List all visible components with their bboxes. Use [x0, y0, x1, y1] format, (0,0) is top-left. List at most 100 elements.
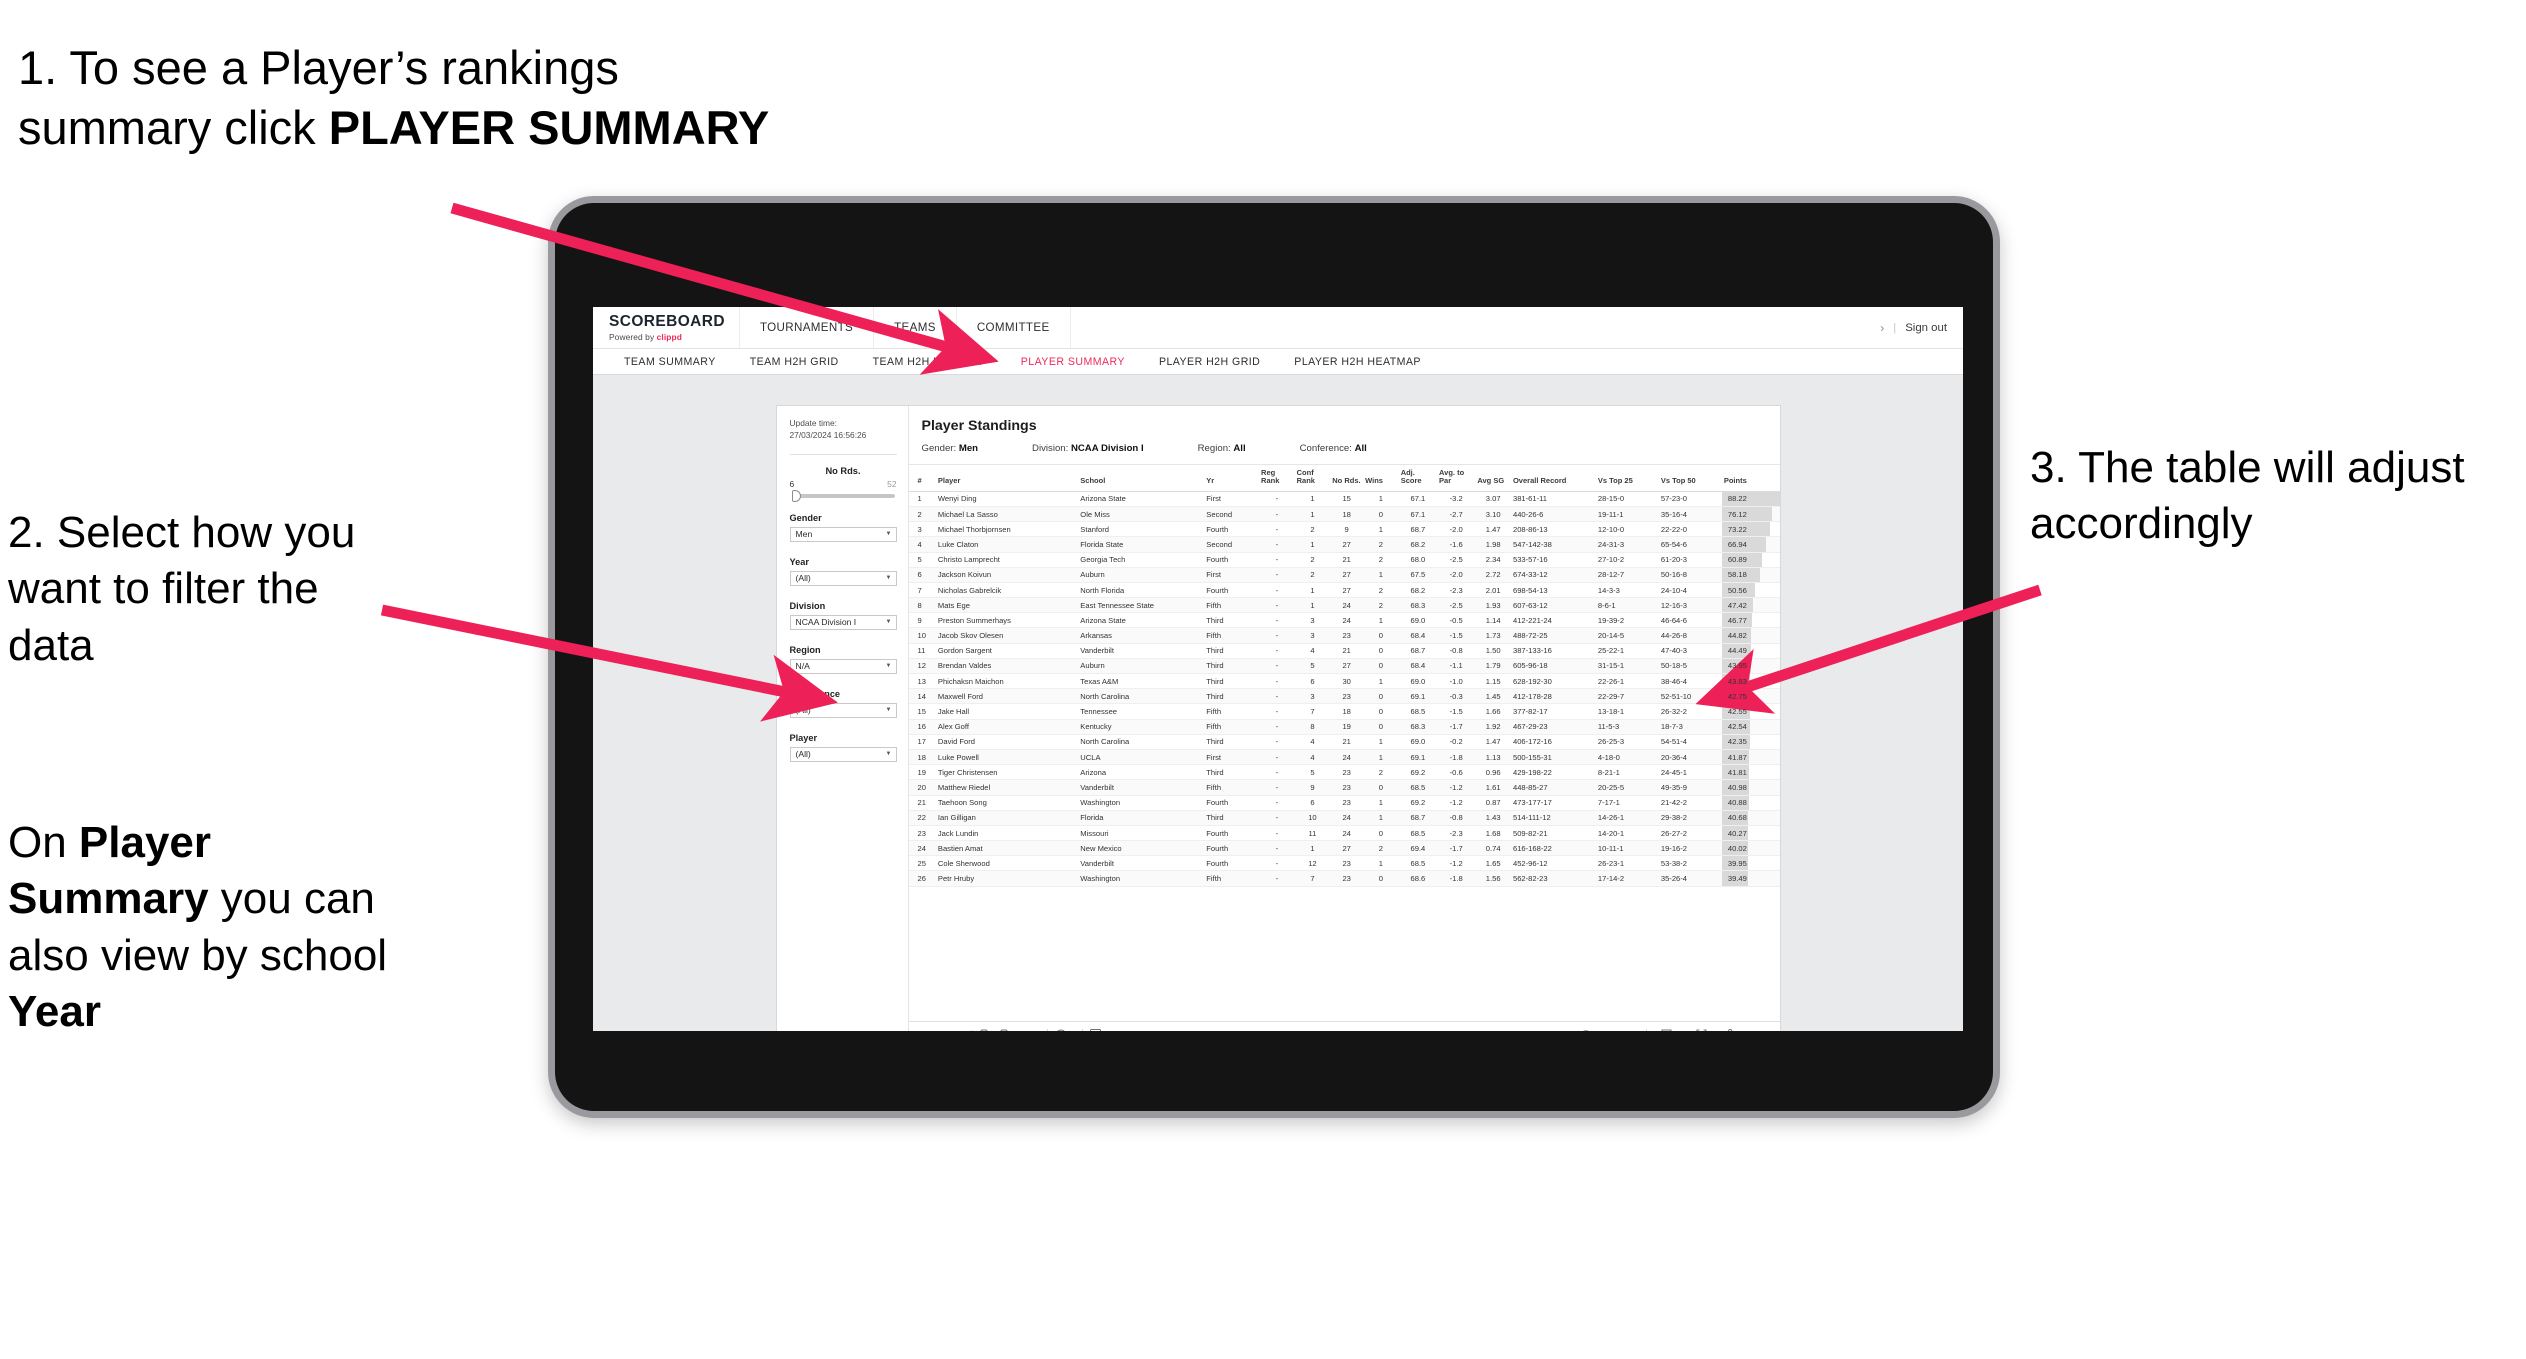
cell-wins: 1 — [1363, 795, 1399, 811]
filter-year-select[interactable]: (All) ▼ — [789, 570, 897, 586]
col-reg-rank[interactable]: Reg Rank — [1259, 465, 1295, 492]
filter-conference-select[interactable]: (All) ▼ — [789, 702, 897, 718]
download-control[interactable]: ▼ — [1654, 1029, 1689, 1031]
col-rank[interactable]: # — [908, 465, 936, 492]
redo-icon[interactable]: ↷ — [940, 1028, 960, 1032]
revert-icon[interactable]: ↺ — [960, 1028, 980, 1032]
chevron-down-icon: ▼ — [885, 619, 892, 626]
col-year[interactable]: Yr — [1204, 465, 1260, 492]
filter-player-select[interactable]: (All) ▼ — [789, 746, 897, 762]
filter-gender-select[interactable]: Men ▼ — [789, 526, 897, 542]
cell-avg-sg: 2.01 — [1475, 582, 1511, 599]
watch-control[interactable]: Watch ▼ — [1573, 1030, 1639, 1031]
header-divider: | — [1893, 321, 1897, 334]
col-avg-to-par[interactable]: Avg. to Par — [1437, 465, 1476, 492]
table-row[interactable]: 26 Petr Hruby Washington Fifth -7 23 0 68.6 -1.8… — [908, 870, 1780, 887]
cell-overall-record: 628-192-30 — [1510, 673, 1596, 690]
table-row[interactable]: 23 Jack Lundin Missouri Fourth -11 24 0 68.5 -2.… — [908, 825, 1780, 842]
cell-points: 42.55 — [1721, 703, 1780, 720]
table-row[interactable]: 14 Maxwell Ford North Carolina Third -3 23 0 69… — [908, 688, 1780, 705]
cell-vs-top-25: 28-12-7 — [1595, 567, 1659, 583]
table-row[interactable]: 6 Jackson Koivun Auburn First -2 27 1 67.5 -2.0 2… — [908, 567, 1780, 583]
brand-powered-by: Powered by clippd — [609, 332, 725, 342]
cell-adj-score: 68.7 — [1398, 521, 1438, 538]
col-conf-rank[interactable]: Conf Rank — [1294, 465, 1331, 492]
col-points[interactable]: Points — [1721, 465, 1780, 492]
overflow-icon[interactable]: › — [1880, 321, 1884, 335]
device-layout-icon[interactable] — [1020, 1030, 1040, 1032]
cell-no-rds: 15 — [1330, 491, 1364, 507]
col-vs-top-25[interactable]: Vs Top 25 — [1595, 465, 1659, 492]
cell-vs-top-25: 7-17-1 — [1595, 795, 1659, 811]
col-avg-sg[interactable]: Avg SG — [1475, 465, 1511, 492]
cell-overall-record: 616-168-22 — [1510, 840, 1596, 857]
col-adj-score[interactable]: Adj. Score — [1398, 465, 1438, 492]
table-row[interactable]: 4 Luke Claton Florida State Second -1 27 2 68.2… — [908, 536, 1780, 553]
col-school[interactable]: School — [1078, 465, 1205, 492]
share-control[interactable]: Share — [1714, 1029, 1769, 1031]
filter-year: Year (All) ▼ — [789, 557, 897, 586]
cell-vs-top-25: 4-18-0 — [1595, 749, 1659, 766]
sub-nav-item-team-h2h-heatmap[interactable]: TEAM H2H HEATMAP — [856, 356, 1004, 368]
table-row[interactable]: 13 Phichaksn Maichon Texas A&M Third -6 30 1 69… — [908, 673, 1780, 690]
table-row[interactable]: 7 Nicholas Gabrelcik North Florida Fourth -1… — [908, 582, 1780, 599]
col-overall-record[interactable]: Overall Record — [1510, 465, 1596, 492]
sign-out-link[interactable]: Sign out — [1905, 322, 1947, 334]
table-scroll-region[interactable]: # Player School Yr Reg Rank Conf Rank No… — [908, 464, 1780, 1021]
cell-year: Fifth — [1204, 627, 1260, 644]
cell-avg-to-par: -2.3 — [1437, 582, 1476, 599]
no-rounds-slider-handle[interactable] — [791, 489, 801, 502]
fullscreen-control[interactable] — [1689, 1029, 1714, 1031]
cell-adj-score: 69.1 — [1398, 749, 1438, 766]
table-row[interactable]: 5 Christo Lamprecht Georgia Tech Fourth -2 21… — [908, 552, 1780, 568]
sub-nav-item-team-h2h-grid[interactable]: TEAM H2H GRID — [733, 356, 856, 368]
table-row[interactable]: 17 David Ford North Carolina Third -4 21 1 69.0… — [908, 734, 1780, 750]
table-row[interactable]: 18 Luke Powell UCLA First -4 24 1 69.1 -1.8 1.13 5… — [908, 749, 1780, 766]
refresh-icon[interactable] — [980, 1029, 1000, 1031]
table-row[interactable]: 15 Jake Hall Tennessee Fifth -7 18 0 68.5 -1.5 1.… — [908, 703, 1780, 720]
no-rounds-slider[interactable] — [791, 489, 895, 502]
cell-school: Missouri — [1078, 825, 1205, 842]
toolbar-divider — [1046, 1028, 1048, 1031]
table-row[interactable]: 16 Alex Goff Kentucky Fifth -8 19 0 68.3 -1.7 1.9… — [908, 719, 1780, 735]
undo-icon[interactable]: ↶ — [920, 1028, 940, 1032]
cell-no-rds: 9 — [1330, 521, 1364, 538]
table-row[interactable]: 24 Bastien Amat New Mexico Fourth -1 27 2 69.4-… — [908, 840, 1780, 857]
col-vs-top-50[interactable]: Vs Top 50 — [1658, 465, 1722, 492]
table-row[interactable]: 25 Cole Sherwood Vanderbilt Fourth -12 23 1 68.… — [908, 855, 1780, 872]
table-row[interactable]: 21 Taehoon Song Washington Fourth -6 23 1 69.2-… — [908, 795, 1780, 811]
top-nav-item-committee[interactable]: COMMITTEE — [957, 307, 1071, 348]
sub-nav-item-player-summary[interactable]: PLAYER SUMMARY — [1004, 356, 1142, 368]
meta-gender-value: Men — [958, 443, 979, 454]
top-nav-item-tournaments[interactable]: TOURNAMENTS — [740, 307, 875, 348]
brand-clippd-text: clippd — [656, 332, 682, 343]
filter-division-select[interactable]: NCAA Division I ▼ — [789, 614, 897, 630]
cell-conf-rank: 4 — [1294, 643, 1331, 659]
col-wins[interactable]: Wins — [1363, 465, 1399, 492]
table-row[interactable]: 3 Michael Thorbjornsen Stanford Fourth -2 9 1 6… — [908, 521, 1780, 538]
view-control[interactable]: View: Original — [1089, 1029, 1162, 1031]
filter-region-select[interactable]: N/A ▼ — [789, 658, 897, 674]
table-row[interactable]: 2 Michael La Sasso Ole Miss Second -1 18 0 67.1… — [908, 506, 1780, 523]
table-row[interactable]: 9 Preston Summerhays Arizona State Third -3 2… — [908, 612, 1780, 629]
table-row[interactable]: 1 Wenyi Ding Arizona State First -1 15 1 67.1 -3… — [908, 491, 1780, 507]
table-row[interactable]: 8 Mats Ege East Tennessee State Fifth -1 24 2 6… — [908, 597, 1780, 614]
history-icon[interactable] — [1055, 1029, 1075, 1031]
table-row[interactable]: 20 Matthew Riedel Vanderbilt Fifth -9 23 0 68.5… — [908, 779, 1780, 796]
col-player[interactable]: Player — [935, 465, 1079, 492]
table-row[interactable]: 11 Gordon Sargent Vanderbilt Third -4 21 0 68.7… — [908, 643, 1780, 659]
table-row[interactable]: 22 Ian Gilligan Florida Third -10 24 1 68.7 -0.8… — [908, 810, 1780, 826]
cell-points: 47.42 — [1721, 597, 1780, 614]
table-row[interactable]: 19 Tiger Christensen Arizona Third -5 23 2 69.2… — [908, 764, 1780, 781]
sub-nav-item-player-h2h-grid[interactable]: PLAYER H2H GRID — [1142, 356, 1277, 368]
col-no-rds[interactable]: No Rds. — [1330, 465, 1364, 492]
cell-school: Arkansas — [1078, 627, 1205, 644]
sub-nav-item-team-summary[interactable]: TEAM SUMMARY — [607, 356, 733, 368]
top-nav-item-teams[interactable]: TEAMS — [874, 307, 957, 348]
pause-icon[interactable] — [1000, 1029, 1020, 1031]
cell-conf-rank: 7 — [1294, 870, 1331, 887]
table-row[interactable]: 10 Jacob Skov Olesen Arkansas Fifth -3 23 0 68.… — [908, 627, 1780, 644]
table-row[interactable]: 12 Brendan Valdes Auburn Third -5 27 0 68.4 -1.1… — [908, 658, 1780, 675]
cell-year: Fifth — [1204, 779, 1260, 796]
sub-nav-item-player-h2h-heatmap[interactable]: PLAYER H2H HEATMAP — [1277, 356, 1438, 368]
